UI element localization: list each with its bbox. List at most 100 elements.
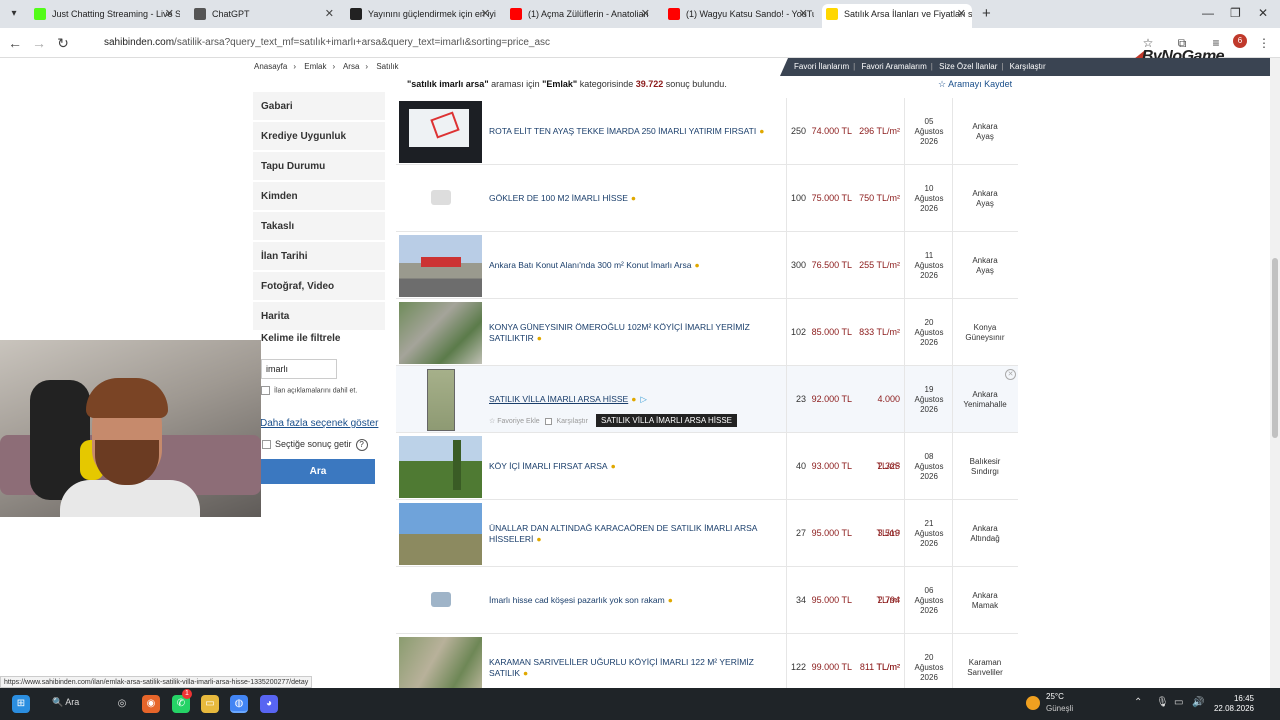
browser-tab[interactable]: Yayınını güçlendirmek için en iyi ✕ bbox=[346, 4, 496, 28]
listing-row[interactable]: ÜNALLAR DAN ALTINDAĞ KARACAÖREN DE SATIL… bbox=[396, 500, 1018, 605]
listing-title-link[interactable]: ÜNALLAR DAN ALTINDAĞ KARACAÖREN DE SATIL… bbox=[489, 500, 789, 567]
listing-thumbnail[interactable] bbox=[399, 168, 482, 230]
pin-icon: ● bbox=[536, 533, 542, 544]
close-window-icon[interactable]: ✕ bbox=[1258, 6, 1268, 20]
filter-item[interactable]: Krediye Uygunluk bbox=[253, 122, 385, 151]
save-search-link[interactable]: ☆ Aramayı Kaydet bbox=[938, 79, 1012, 90]
nav-favorite-searches[interactable]: Favori Aramalarım bbox=[861, 62, 926, 71]
browser-tab[interactable]: Satılık Arsa İlanları ve Fiyatları sa ✕ bbox=[822, 4, 972, 28]
more-options-link[interactable]: Daha fazla seçenek göster bbox=[260, 418, 378, 429]
nav-compare[interactable]: Karşılaştır bbox=[1010, 62, 1046, 71]
listing-title-link[interactable]: ROTA ELİT TEN AYAŞ TEKKE İMARDA 250 İMAR… bbox=[489, 98, 789, 165]
file-explorer-icon[interactable]: ▭ bbox=[201, 695, 219, 713]
listing-price: 75.000 TL bbox=[811, 193, 852, 203]
reload-icon[interactable]: ↻ bbox=[54, 34, 72, 52]
task-view-icon[interactable]: ◎ bbox=[113, 695, 131, 713]
search-button[interactable]: Ara bbox=[261, 459, 375, 484]
filter-item[interactable]: Harita bbox=[253, 302, 385, 331]
tab-label: Just Chatting Streaming - Live S bbox=[52, 9, 180, 19]
whatsapp-icon[interactable]: ✆ 1 bbox=[172, 689, 192, 713]
breadcrumb-satilik[interactable]: Satılık bbox=[376, 62, 398, 71]
windows-start-icon[interactable]: ⊞ bbox=[12, 695, 30, 713]
tab-close-icon[interactable]: ✕ bbox=[325, 4, 334, 24]
browser-tab[interactable]: (1) Açma Zülüflerin - Anatolian ✕ bbox=[506, 4, 656, 28]
browser-tab[interactable]: (1) Wagyu Katsu Sando! - YouTu ✕ bbox=[664, 4, 814, 28]
breadcrumb-home[interactable]: Anasayfa bbox=[254, 62, 287, 71]
filter-item[interactable]: Tapu Durumu bbox=[253, 152, 385, 181]
tab-close-icon[interactable]: ✕ bbox=[799, 4, 808, 24]
chrome-icon[interactable]: ◍ bbox=[230, 695, 248, 713]
discord-icon[interactable]: ◕ bbox=[260, 695, 278, 713]
listing-title-link[interactable]: KONYA GÜNEYSINIR ÖMEROĞLU 102M² KÖYİÇİ İ… bbox=[489, 299, 789, 366]
compare-checkbox[interactable]: Karşılaştır bbox=[545, 417, 588, 425]
listing-title-link[interactable]: GÖKLER DE 100 M2 İMARLI HİSSE ● bbox=[489, 165, 789, 232]
profile-avatar[interactable]: 6 bbox=[1233, 34, 1247, 48]
forward-icon[interactable]: → bbox=[30, 34, 48, 52]
listing-thumbnail[interactable] bbox=[399, 570, 482, 632]
listing-price-per-m2: 3.519 TL/m² bbox=[876, 528, 901, 605]
keyword-input[interactable]: imarlı bbox=[261, 359, 337, 379]
back-icon[interactable]: ← bbox=[6, 34, 24, 52]
sun-icon bbox=[1026, 696, 1040, 710]
clock[interactable]: 16:45 22.08.2026 bbox=[1210, 694, 1254, 714]
listing-thumbnail[interactable] bbox=[399, 503, 482, 565]
listing-location: Ankara Ayaş bbox=[972, 255, 998, 275]
listing-title-link[interactable]: İmarlı hisse cad köşesi pazarlık yok son… bbox=[489, 567, 789, 634]
listing-thumbnail[interactable] bbox=[399, 101, 482, 163]
filter-item[interactable]: Kimden bbox=[253, 182, 385, 211]
volume-icon[interactable]: 🔊 bbox=[1192, 697, 1204, 708]
tab-close-icon[interactable]: ✕ bbox=[641, 4, 650, 24]
nav-special-listings[interactable]: Size Özel İlanlar bbox=[939, 62, 997, 71]
user-nav: Favori İlanlarım | Favori Aramalarım | Siz… bbox=[780, 58, 1270, 76]
listing-thumbnail[interactable] bbox=[399, 369, 482, 431]
breadcrumb-arsa[interactable]: Arsa bbox=[343, 62, 359, 71]
listing-date: 19 Ağustos 2026 bbox=[914, 384, 944, 414]
listing-row[interactable]: KONYA GÜNEYSINIR ÖMEROĞLU 102M² KÖYİÇİ İ… bbox=[396, 299, 1018, 366]
tab-close-icon[interactable]: ✕ bbox=[165, 4, 174, 24]
listing-row[interactable]: İmarlı hisse cad köşesi pazarlık yok son… bbox=[396, 567, 1018, 672]
network-icon[interactable]: ▭ bbox=[1174, 697, 1183, 708]
selection-results-checkbox[interactable]: Seçtiğe sonuç getir? bbox=[262, 439, 368, 451]
filter-item[interactable]: Fotoğraf, Video bbox=[253, 272, 385, 301]
listing-location: Konya Güneysınır bbox=[965, 322, 1005, 342]
add-favorite-link[interactable]: ☆ Favoriye Ekle bbox=[489, 418, 540, 425]
listing-price: 95.000 TL bbox=[811, 528, 852, 538]
listing-row[interactable]: Ankara Batı Konut Alanı'nda 300 m² Konut… bbox=[396, 232, 1018, 299]
more-options-icon[interactable]: ⋮ bbox=[1256, 35, 1272, 51]
maximize-icon[interactable]: ❐ bbox=[1230, 6, 1241, 20]
listing-thumbnail[interactable] bbox=[399, 235, 482, 297]
browser-tab[interactable]: Just Chatting Streaming - Live S ✕ bbox=[30, 4, 180, 28]
listing-row[interactable]: ROTA ELİT TEN AYAŞ TEKKE İMARDA 250 İMAR… bbox=[396, 98, 1018, 165]
microphone-icon[interactable]: 🎙 bbox=[1156, 697, 1169, 708]
listing-title-link[interactable]: KÖY İÇİ İMARLI FIRSAT ARSA ● bbox=[489, 433, 789, 500]
filter-item[interactable]: Takaslı bbox=[253, 212, 385, 241]
listing-thumbnail[interactable] bbox=[399, 436, 482, 498]
breadcrumb-emlak[interactable]: Emlak bbox=[304, 62, 326, 71]
tab-label: ChatGPT bbox=[212, 9, 250, 19]
tray-chevron-icon[interactable]: ⌃ bbox=[1134, 697, 1142, 708]
firefox-icon[interactable]: ◉ bbox=[142, 695, 160, 713]
tab-close-icon[interactable]: ✕ bbox=[957, 4, 966, 24]
listing-row[interactable]: KÖY İÇİ İMARLI FIRSAT ARSA ● 40 93.000 TL 2.… bbox=[396, 433, 1018, 538]
listing-title-link[interactable]: Ankara Batı Konut Alanı'nda 300 m² Konut… bbox=[489, 232, 789, 299]
new-tab-button[interactable]: + bbox=[982, 5, 991, 22]
listing-row[interactable]: SATILIK VİLLA İMARLI ARSA HİSSE ● ▷ 23 92.00… bbox=[396, 366, 1018, 471]
page-scrollbar[interactable] bbox=[1270, 58, 1280, 688]
minimize-icon[interactable]: — bbox=[1202, 6, 1214, 20]
hide-listing-icon[interactable]: ✕ bbox=[1005, 369, 1016, 380]
nav-favorite-listings[interactable]: Favori İlanlarım bbox=[794, 62, 849, 71]
tab-close-icon[interactable]: ✕ bbox=[481, 4, 490, 24]
tab-label: Satılık Arsa İlanları ve Fiyatları sa bbox=[844, 9, 972, 19]
pin-icon: ● bbox=[536, 332, 542, 343]
url-field[interactable]: sahibinden.com/satilik-arsa?query_text_m… bbox=[84, 32, 1124, 54]
camera-placeholder-icon bbox=[431, 592, 451, 607]
tab-search-icon[interactable]: ▾ bbox=[6, 6, 22, 22]
filter-item[interactable]: İlan Tarihi bbox=[253, 242, 385, 271]
include-descriptions-checkbox[interactable]: İlan açıklamalarını dahil et. bbox=[261, 386, 357, 395]
browser-tab[interactable]: ChatGPT ✕ bbox=[190, 4, 340, 28]
listing-row[interactable]: GÖKLER DE 100 M2 İMARLI HİSSE ● 100 75.000 … bbox=[396, 165, 1018, 232]
filter-item[interactable]: Gabari bbox=[253, 92, 385, 121]
help-icon[interactable]: ? bbox=[355, 439, 368, 451]
taskbar-search[interactable]: 🔍 Ara bbox=[52, 697, 79, 708]
listing-thumbnail[interactable] bbox=[399, 302, 482, 364]
